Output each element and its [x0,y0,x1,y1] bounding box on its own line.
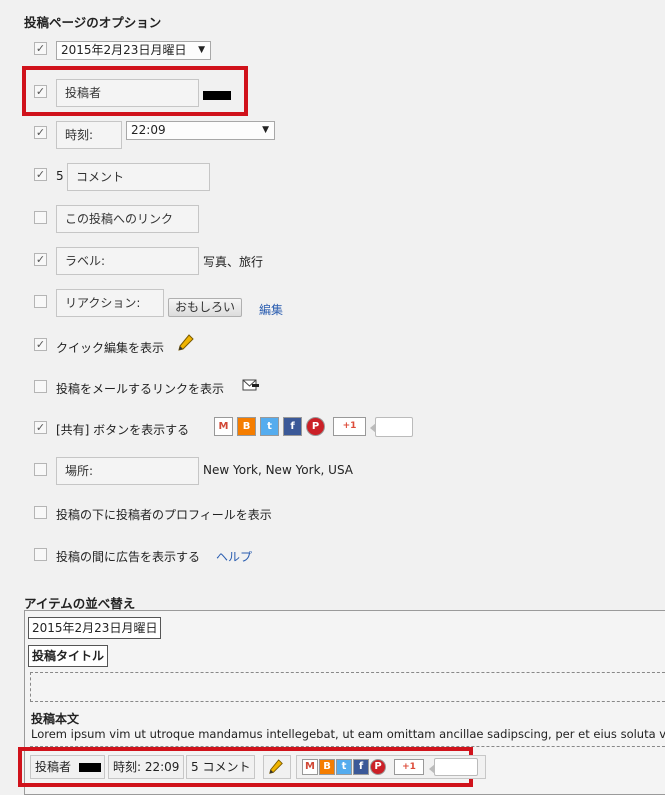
labels-checkbox[interactable]: ✓ [34,253,47,266]
reactions-label-field[interactable]: リアクション: [56,289,164,317]
author-profile-label: 投稿の下に投稿者のプロフィールを表示 [56,508,272,522]
arrange-date-item[interactable]: 2015年2月23日月曜日 [28,617,162,639]
arrange-post-footer: 投稿者 時刻: 22:09 5 コメント M B t f P +1 [22,751,486,783]
permalink-label-field[interactable]: この投稿へのリンク [56,205,199,233]
date-format-value: 2015年2月23日月曜日 [61,43,187,57]
comment-count: 5 [56,169,64,183]
facebook-icon: f [353,759,369,775]
post-options-heading: 投稿ページのオプション [24,15,162,30]
email-post-checkbox[interactable] [34,380,47,393]
labels-label-field[interactable]: ラベル: [56,247,199,275]
location-value: New York, New York, USA [203,463,353,477]
share-label: [共有] ボタンを表示する [56,423,190,437]
quick-edit-checkbox[interactable]: ✓ [34,338,47,351]
reactions-funny-button[interactable]: おもしろい [168,298,243,317]
permalink-checkbox[interactable] [34,211,47,224]
email-post-icon [242,379,259,391]
ads-checkbox[interactable] [34,548,47,561]
ads-label: 投稿の間に広告を表示する [56,550,201,564]
footer-author-label: 投稿者 [35,760,72,774]
footer-time-item[interactable]: 時刻: 22:09 [108,755,185,779]
reactions-checkbox[interactable] [34,295,47,308]
time-format-value: 22:09 [131,123,166,137]
blogger-icon: B [237,417,256,436]
author-name-redacted [203,91,231,100]
date-format-select[interactable]: 2015年2月23日月曜日 ▼ [56,41,211,60]
footer-quick-edit-item[interactable] [263,755,291,779]
footer-plus-one-label: +1 [402,762,416,772]
pinterest-icon: P [306,417,325,436]
time-format-select[interactable]: 22:09 ▼ [126,121,275,140]
reactions-edit-link[interactable]: 編集 [259,301,283,318]
quick-edit-label: クイック編集を表示 [56,341,165,355]
ads-help-link[interactable]: ヘルプ [216,548,252,565]
share-checkbox[interactable]: ✓ [34,421,47,434]
author-label-field[interactable]: 投稿者 [56,79,199,107]
chevron-down-icon: ▼ [198,45,205,55]
twitter-icon: t [260,417,279,436]
arrange-body-text: Lorem ipsum vim ut utroque mandamus inte… [31,727,665,741]
pencil-icon [178,334,194,351]
footer-author-item[interactable]: 投稿者 [30,755,105,779]
arrange-post-title-item[interactable]: 投稿タイトル [28,645,109,667]
google-plus-one-icon: +1 [333,417,366,436]
arrange-drop-zone [30,672,665,702]
footer-comments-item[interactable]: 5 コメント [186,755,256,779]
author-checkbox[interactable]: ✓ [34,85,47,98]
google-plus-one-icon: +1 [394,759,424,775]
location-checkbox[interactable] [34,463,47,476]
chevron-down-icon: ▼ [262,125,269,135]
comments-checkbox[interactable]: ✓ [34,168,47,181]
time-label-field[interactable]: 時刻: [56,121,122,149]
labels-value: 写真、旅行 [203,255,264,269]
location-label-field[interactable]: 場所: [56,457,199,485]
date-checkbox[interactable]: ✓ [34,42,47,55]
pencil-icon [269,759,283,774]
footer-author-redacted [78,763,101,772]
footer-plus-one-counter [429,758,478,776]
plus-one-counter [370,417,413,437]
blogger-icon: B [319,759,335,775]
pinterest-icon: P [370,759,386,775]
arrange-body-title: 投稿本文 [31,712,80,726]
gmail-icon: M [214,417,233,436]
gmail-icon: M [302,759,318,775]
author-profile-checkbox[interactable] [34,506,47,519]
twitter-icon: t [336,759,352,775]
comment-label-field[interactable]: コメント [67,163,210,191]
time-checkbox[interactable]: ✓ [34,126,47,139]
google-plus-one-label: +1 [342,421,357,431]
email-post-label: 投稿をメールするリンクを表示 [56,382,225,396]
facebook-icon: f [283,417,302,436]
